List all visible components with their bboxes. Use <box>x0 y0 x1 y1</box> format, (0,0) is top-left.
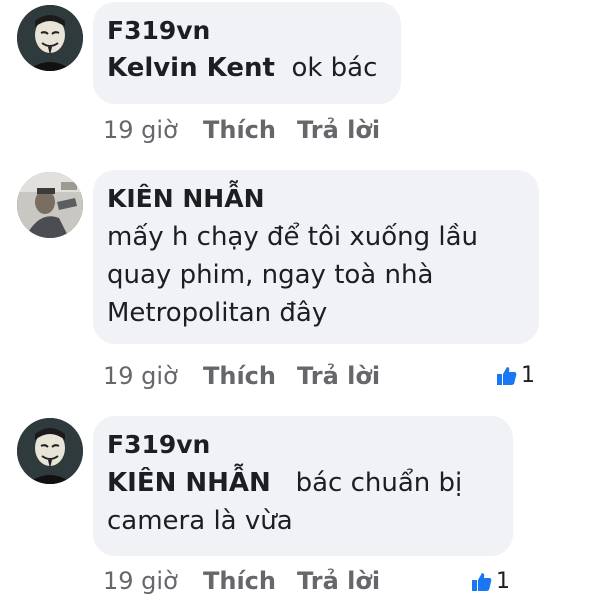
comment-author[interactable]: KIÊN NHẪN <box>107 184 521 214</box>
comment-bubble: F319vn KIÊN NHẪN bác chuẩn bị camera là … <box>93 416 513 556</box>
comment-timestamp[interactable]: 19 giờ <box>103 567 203 595</box>
thumbs-up-icon <box>472 572 492 591</box>
comment-bubble: KIÊN NHẪN mấy h chạy để tôi xuống lầu qu… <box>93 170 539 344</box>
reply-button[interactable]: Trả lời <box>297 362 380 390</box>
reaction-count[interactable]: 1 <box>496 363 535 388</box>
comment-timestamp[interactable]: 19 giờ <box>103 362 203 390</box>
anonymous-mask-avatar[interactable] <box>17 5 83 71</box>
reaction-number: 1 <box>521 363 535 388</box>
like-button[interactable]: Thích <box>203 116 297 144</box>
street-photo-avatar[interactable] <box>17 172 83 238</box>
comment-bubble: F319vn Kelvin Kent ok bác <box>93 2 401 104</box>
reaction-count[interactable]: 1 <box>471 569 510 594</box>
comment-message: bác chuẩn bị <box>295 468 463 498</box>
comment-line: camera là vừa <box>107 506 293 536</box>
comment-actions: 19 giờ Thích Trả lời <box>103 362 380 390</box>
comment-actions: 19 giờ Thích Trả lời <box>103 116 380 144</box>
thumbs-up-icon <box>497 366 517 385</box>
comment-author[interactable]: F319vn <box>107 430 495 460</box>
reply-button[interactable]: Trả lời <box>297 567 380 595</box>
comment-line: mấy h chạy để tôi xuống lầu <box>107 222 479 252</box>
comment-line: Metropolitan đây <box>107 298 328 328</box>
mention-link[interactable]: Kelvin Kent <box>107 53 275 83</box>
comment-text: KIÊN NHẪN bác chuẩn bị camera là vừa <box>107 464 495 540</box>
comment-message: ok bác <box>291 53 378 83</box>
like-button[interactable]: Thích <box>203 567 297 595</box>
mention-link[interactable]: KIÊN NHẪN <box>107 468 271 498</box>
like-button[interactable]: Thích <box>203 362 297 390</box>
comment-timestamp[interactable]: 19 giờ <box>103 116 203 144</box>
comment-author[interactable]: F319vn <box>107 16 383 46</box>
anonymous-mask-avatar[interactable] <box>17 418 83 484</box>
reaction-number: 1 <box>496 569 510 594</box>
comment-text: mấy h chạy để tôi xuống lầu quay phim, n… <box>107 218 521 332</box>
comment-line: quay phim, ngay toà nhà <box>107 260 434 290</box>
reply-button[interactable]: Trả lời <box>297 116 380 144</box>
comment-actions: 19 giờ Thích Trả lời <box>103 567 380 595</box>
comment-text: Kelvin Kent ok bác <box>107 49 383 87</box>
